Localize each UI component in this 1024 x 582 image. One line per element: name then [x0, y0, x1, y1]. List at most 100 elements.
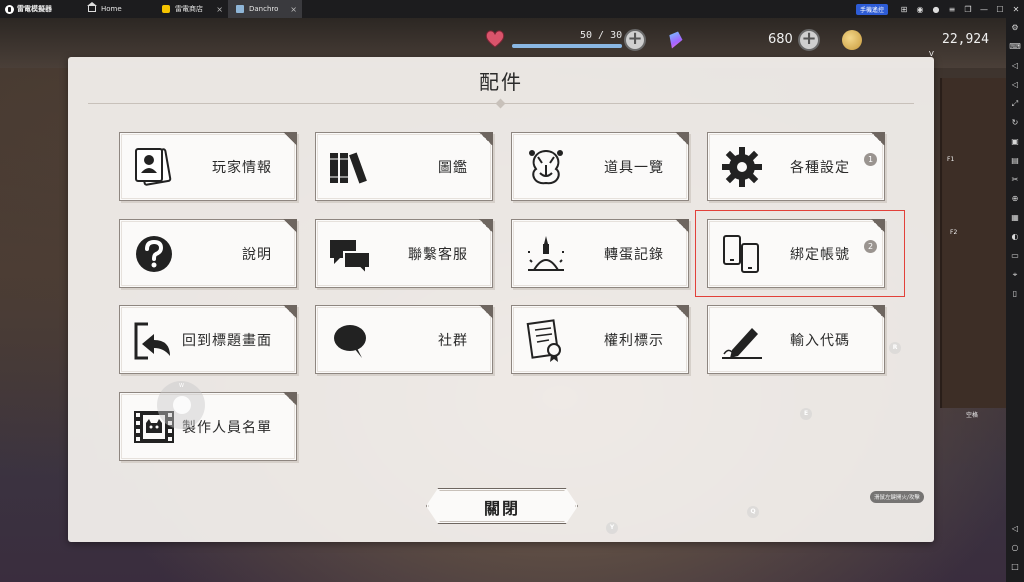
scissors-icon[interactable]: ✂ — [1006, 170, 1024, 189]
rights-notice-button[interactable]: 權利標示 — [511, 305, 689, 374]
key-space: 空格 — [966, 412, 979, 419]
stamina-bar — [512, 44, 622, 48]
encyclopedia-button[interactable]: 圖鑑 — [315, 132, 493, 201]
encyclopedia-label: 圖鑑 — [438, 160, 468, 176]
tab-game[interactable]: Danchro × — [228, 0, 302, 18]
minimize-icon[interactable]: — — [976, 0, 992, 18]
app-name: 雷電模擬器 — [17, 5, 52, 13]
restore-window-icon[interactable]: ❐ — [960, 0, 976, 18]
stamina-text: 50 / 30 — [580, 30, 623, 41]
tab-game-label: Danchro — [249, 5, 279, 13]
tile-corner — [871, 132, 885, 146]
maximize-icon[interactable]: ☐ — [992, 0, 1008, 18]
store-icon — [162, 5, 170, 13]
add-stamina-button[interactable]: + — [624, 29, 646, 51]
tab-home-label: Home — [101, 5, 122, 13]
divider-ornament — [495, 98, 506, 109]
rights-notice-label: 權利標示 — [604, 333, 664, 349]
coin-count: 22,924 — [942, 32, 989, 47]
apk-icon[interactable]: ⊕ — [1006, 189, 1024, 208]
remote-control-button[interactable]: 手機遙控 — [855, 3, 888, 15]
rotate-icon[interactable]: ↻ — [1006, 113, 1024, 132]
key-f2: F2 — [950, 229, 958, 236]
tile-corner — [871, 305, 885, 319]
community-button[interactable]: 社群 — [315, 305, 493, 374]
volume-up-icon[interactable]: ◁ — [1006, 56, 1024, 75]
item-list-button[interactable]: 道具一覽 — [511, 132, 689, 201]
recents-icon[interactable]: □ — [1006, 557, 1024, 576]
location-icon[interactable]: ⌖ — [1006, 265, 1024, 284]
account-icon[interactable]: ◉ — [912, 0, 928, 18]
add-gems-button[interactable]: + — [798, 29, 820, 51]
items-icon — [529, 149, 563, 185]
emulator-title-bar: 雷電模擬器 Home 雷電商店 × Danchro × 手機遙控 ⊞ ◉ ● ≡… — [0, 0, 1024, 18]
volume-down-icon[interactable]: ◁ — [1006, 75, 1024, 94]
key-e: E — [800, 408, 812, 420]
player-info-label: 玩家情報 — [212, 160, 272, 176]
joystick-knob[interactable] — [173, 396, 191, 414]
home-icon — [87, 2, 97, 12]
emulator-sidebar: ⚙ ⌨ ◁ ◁ ⤢ ↻ ▣ ▤ ✂ ⊕ ▦ ◐ ▭ ⌖ ▯ ◁ ○ □ — [1006, 18, 1024, 582]
movement-joystick[interactable]: W — [157, 381, 205, 429]
android-nav: ◁ ○ □ — [1006, 519, 1024, 576]
books-icon — [330, 152, 367, 184]
community-label: 社群 — [438, 333, 468, 349]
menu-icon[interactable]: ≡ — [944, 0, 960, 18]
settings-icon[interactable]: ⚙ — [1006, 18, 1024, 37]
staff-credits-button[interactable]: 製作人員名單 — [119, 392, 297, 461]
tile-corner — [283, 219, 297, 233]
close-tab-icon[interactable]: × — [216, 5, 223, 14]
gem-count: 680 — [768, 32, 793, 47]
user-icon[interactable]: ● — [928, 0, 944, 18]
close-tab-icon[interactable]: × — [290, 5, 297, 14]
tile-corner — [479, 305, 493, 319]
exit-arrow-icon — [134, 322, 170, 360]
key-y: Y — [606, 522, 618, 534]
player-info-button[interactable]: 玩家情報 — [119, 132, 297, 201]
settings-badge: 1 — [864, 153, 877, 166]
return-to-title-button[interactable]: 回到標題畫面 — [119, 305, 297, 374]
home-circle-icon[interactable]: ○ — [1006, 538, 1024, 557]
gear-icon — [722, 147, 762, 187]
window-controls: 手機遙控 ⊞ ◉ ● ≡ ❐ — ☐ ✕ — [855, 0, 1024, 18]
heart-icon — [485, 30, 505, 48]
speech-bubble-icon — [334, 325, 366, 358]
key-f1: F1 — [947, 156, 955, 163]
tile-corner — [675, 219, 689, 233]
help-button[interactable]: 說明 — [119, 219, 297, 288]
certificate-icon — [526, 319, 561, 362]
app-logo: 雷電模擬器 — [0, 4, 80, 14]
close-button-label: 關閉 — [483, 499, 520, 518]
tile-corner — [479, 132, 493, 146]
tab-store[interactable]: 雷電商店 × — [154, 0, 228, 18]
fullscreen-icon[interactable]: ⤢ — [1006, 94, 1024, 113]
game-icon — [236, 5, 244, 13]
screenshot-icon[interactable]: ▣ — [1006, 132, 1024, 151]
key-r: R — [889, 342, 901, 354]
close-window-icon[interactable]: ✕ — [1008, 0, 1024, 18]
folder-icon[interactable]: ▭ — [1006, 246, 1024, 265]
joystick-w-label: W — [179, 383, 184, 389]
player-card-icon — [135, 148, 172, 186]
fire-hint-chip: 滑鼠左鍵開火/攻擊 — [870, 491, 924, 503]
gacha-history-button[interactable]: 轉蛋記錄 — [511, 219, 689, 288]
keyboard-icon[interactable]: ⌨ — [1006, 37, 1024, 56]
settings-button[interactable]: 各種設定 1 — [707, 132, 885, 201]
stamina-bar-fill — [512, 44, 622, 48]
contact-support-button[interactable]: 聯繫客服 — [315, 219, 493, 288]
back-icon[interactable]: ◁ — [1006, 519, 1024, 538]
gacha-tower-icon — [528, 236, 564, 271]
record-icon[interactable]: ▤ — [1006, 151, 1024, 170]
enter-code-button[interactable]: 輸入代碼 — [707, 305, 885, 374]
tab-home[interactable]: Home — [80, 0, 154, 18]
tile-corner — [675, 305, 689, 319]
app-logo-icon — [5, 4, 14, 14]
shake-icon[interactable]: ▯ — [1006, 284, 1024, 303]
help-label: 說明 — [242, 247, 272, 263]
tab-store-label: 雷電商店 — [175, 5, 203, 13]
gamepad-icon[interactable]: ⊞ — [896, 0, 912, 18]
contact-support-label: 聯繫客服 — [408, 247, 468, 263]
sync-icon[interactable]: ◐ — [1006, 227, 1024, 246]
multi-instance-icon[interactable]: ▦ — [1006, 208, 1024, 227]
coin-icon — [842, 30, 862, 50]
